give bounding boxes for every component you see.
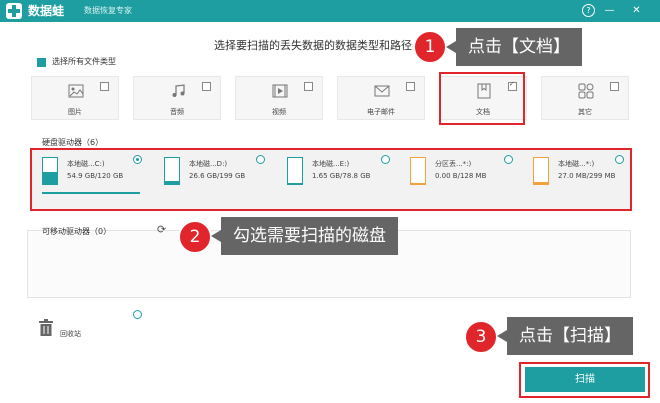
- callout-badge-2: 2: [178, 220, 212, 254]
- file-type-card-video[interactable]: 视频: [235, 76, 323, 120]
- close-button[interactable]: ✕: [630, 4, 643, 17]
- recycle-bin-radio[interactable]: [133, 310, 142, 319]
- file-type-card-image[interactable]: 图片: [31, 76, 119, 120]
- app-logo-icon: [6, 3, 22, 19]
- trash-icon[interactable]: [39, 319, 53, 336]
- file-type-checkbox[interactable]: [202, 82, 211, 91]
- file-type-card-audio[interactable]: 音频: [133, 76, 221, 120]
- drives-highlight-box: [30, 148, 632, 211]
- file-type-card-email[interactable]: 电子邮件: [337, 76, 425, 120]
- mail-icon: [374, 85, 390, 97]
- select-all-checkbox[interactable]: [37, 58, 46, 67]
- music-icon: [172, 84, 185, 97]
- file-type-checkbox[interactable]: [100, 82, 109, 91]
- file-type-label: 视频: [272, 108, 286, 116]
- file-type-label: 其它: [578, 108, 592, 116]
- file-type-checkbox[interactable]: [304, 82, 313, 91]
- page-heading: 选择要扫描的丢失数据的数据类型和路径: [214, 39, 412, 52]
- other-icon: [578, 83, 594, 99]
- callout-badge-3: 3: [464, 320, 498, 354]
- select-all-label: 选择所有文件类型: [52, 57, 116, 66]
- app-subtitle: 数据恢复专家: [84, 6, 132, 15]
- document-highlight-box: [439, 72, 525, 125]
- minimize-button[interactable]: —: [603, 4, 616, 17]
- callout-tip-3: 点击【扫描】: [497, 317, 633, 355]
- app-name: 数据蛙: [28, 4, 65, 18]
- file-type-label: 音频: [170, 108, 184, 116]
- video-icon: [272, 84, 288, 98]
- callout-tip-2: 勾选需要扫描的磁盘: [211, 217, 398, 255]
- refresh-icon[interactable]: ⟳: [157, 223, 166, 236]
- file-type-checkbox[interactable]: [610, 82, 619, 91]
- file-type-checkbox[interactable]: [406, 82, 415, 91]
- callout-badge-1: 1: [413, 30, 447, 64]
- help-icon[interactable]: ?: [582, 4, 595, 17]
- file-type-label: 电子邮件: [367, 108, 395, 116]
- recycle-bin-label: 回收站: [60, 330, 81, 338]
- hard-drives-label: 硬盘驱动器（6）: [42, 138, 104, 147]
- file-type-card-other[interactable]: 其它: [541, 76, 629, 120]
- scan-button[interactable]: 扫描: [525, 367, 645, 392]
- callout-tip-1: 点击【文档】: [446, 28, 582, 66]
- image-icon: [68, 84, 84, 98]
- removable-drives-label: 可移动驱动器（0）: [42, 227, 112, 236]
- file-type-label: 图片: [68, 108, 82, 116]
